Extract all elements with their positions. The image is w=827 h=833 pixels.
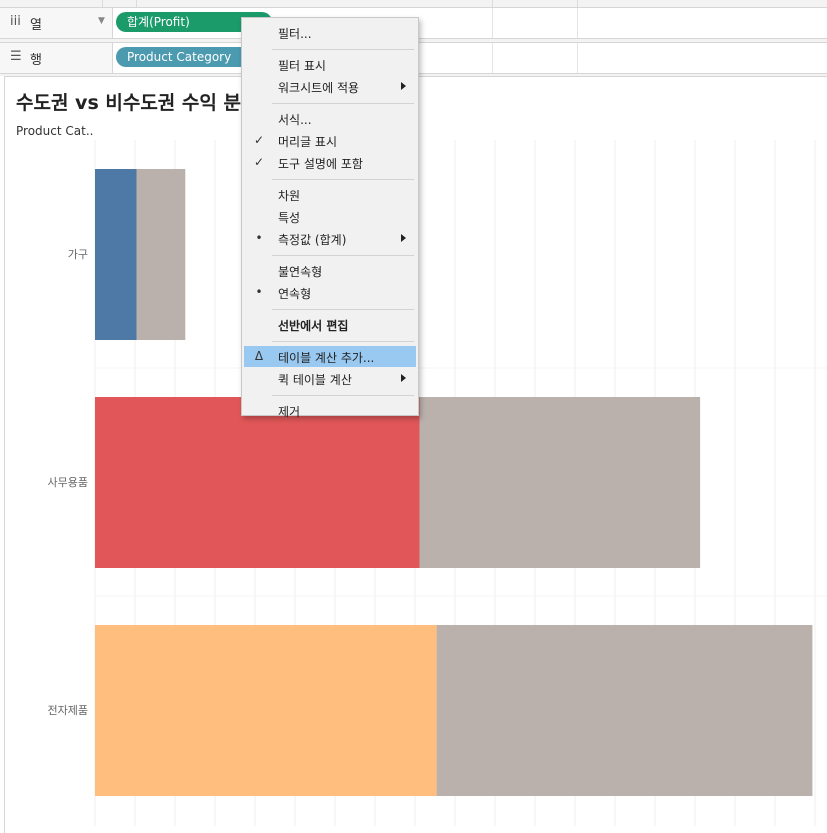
menu-item-label: 도구 설명에 포함	[278, 157, 363, 171]
menu-item-머리글-표시[interactable]: ✓ 머리글 표시	[244, 130, 416, 151]
menu-separator	[272, 103, 414, 104]
menu-separator	[272, 395, 414, 396]
menu-item-label: 연속형	[278, 287, 312, 301]
menu-item-측정값-합계[interactable]: • 측정값 (합계)	[244, 228, 416, 249]
bar-secondary[interactable]	[136, 169, 186, 340]
menu-item-label: 워크시트에 적용	[278, 81, 360, 95]
bar-secondary[interactable]	[419, 397, 701, 568]
menu-separator	[272, 341, 414, 342]
menu-item-연속형[interactable]: • 연속형	[244, 282, 416, 303]
menu-item-특성[interactable]: 특성	[244, 206, 416, 227]
menu-item-도구-설명에-포함[interactable]: ✓ 도구 설명에 포함	[244, 152, 416, 173]
menu-item-label: 불연속형	[278, 265, 323, 279]
menu-item-제거[interactable]: 제거	[244, 400, 416, 421]
menu-item-차원[interactable]: 차원	[244, 184, 416, 205]
submenu-arrow-icon	[401, 234, 406, 242]
menu-separator	[272, 255, 414, 256]
menu-item-label: 차원	[278, 189, 301, 203]
submenu-arrow-icon	[401, 374, 406, 382]
menu-item-label: 퀵 테이블 계산	[278, 373, 352, 387]
menu-item-필터-표시[interactable]: 필터 표시	[244, 54, 416, 75]
menu-separator	[272, 49, 414, 50]
menu-item-필터[interactable]: 필터...	[244, 22, 416, 43]
menu-item-불연속형[interactable]: 불연속형	[244, 260, 416, 281]
category-label[interactable]: 사무용품	[48, 476, 88, 489]
menu-item-label: 테이블 계산 추가...	[278, 351, 375, 365]
checkmark-icon: ✓	[253, 155, 265, 169]
menu-item-label: 서식...	[278, 113, 312, 127]
bar-primary[interactable]	[95, 625, 437, 796]
bar-secondary[interactable]	[436, 625, 813, 796]
category-label[interactable]: 전자제품	[48, 704, 88, 717]
menu-item-서식[interactable]: 서식...	[244, 108, 416, 129]
bar-primary[interactable]	[95, 169, 137, 340]
menu-item-워크시트에-적용[interactable]: 워크시트에 적용	[244, 76, 416, 97]
menu-item-테이블-계산-추가[interactable]: Δ 테이블 계산 추가...	[244, 346, 416, 367]
menu-item-label: 선반에서 편집	[278, 319, 349, 333]
menu-item-label: 머리글 표시	[278, 135, 338, 149]
menu-item-label: 필터...	[278, 27, 312, 41]
menu-separator	[272, 179, 414, 180]
menu-item-선반에서-편집[interactable]: 선반에서 편집	[244, 314, 416, 335]
bullet-icon: •	[255, 231, 263, 245]
menu-item-label: 측정값 (합계)	[278, 233, 347, 247]
menu-item-label: 특성	[278, 211, 301, 225]
bar-primary[interactable]	[95, 397, 420, 568]
menu-separator	[272, 309, 414, 310]
checkmark-icon: ✓	[253, 133, 265, 147]
pill-context-menu: 필터... 필터 표시워크시트에 적용서식... ✓ 머리글 표시 ✓ 도구 설명에 포함…	[241, 17, 419, 419]
menu-item-label: 필터 표시	[278, 59, 326, 73]
submenu-arrow-icon	[401, 82, 406, 90]
delta-icon: Δ	[254, 349, 264, 363]
category-label[interactable]: 가구	[68, 248, 88, 261]
bullet-icon: •	[255, 285, 263, 299]
menu-item-퀵-테이블-계산[interactable]: 퀵 테이블 계산	[244, 368, 416, 389]
menu-item-label: 제거	[278, 405, 301, 419]
